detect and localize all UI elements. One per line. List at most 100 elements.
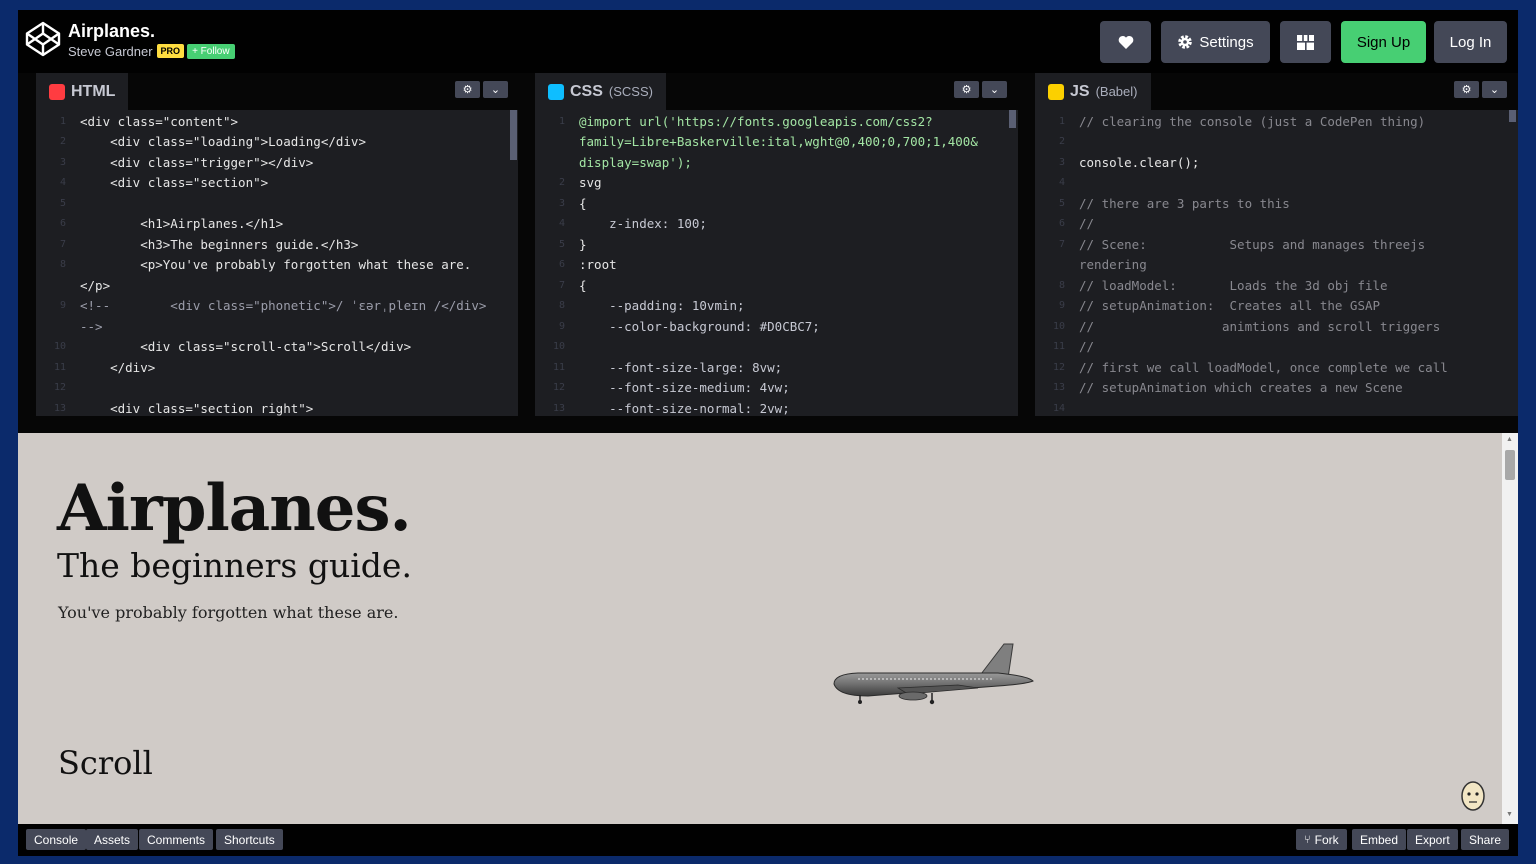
line-number: 13 xyxy=(552,403,565,414)
code-line: // setupAnimation: Creates all the GSAP xyxy=(1079,298,1381,313)
code-line: :root xyxy=(579,257,617,272)
gear-icon: ⚙ xyxy=(1461,84,1472,96)
fork-icon: ⑂ xyxy=(1304,833,1311,846)
tab-css[interactable]: CSS (SCSS) xyxy=(535,73,666,110)
code-line: // xyxy=(1079,216,1095,231)
line-number: 1 xyxy=(558,116,565,127)
tab-js[interactable]: JS (Babel) xyxy=(1035,73,1151,110)
scroll-up-icon[interactable]: ▲ xyxy=(1506,436,1513,443)
html-settings-button[interactable]: ⚙ xyxy=(455,81,480,98)
line-number: 8 xyxy=(59,259,66,270)
line-number: 5 xyxy=(59,198,66,209)
code-line: rendering xyxy=(1079,257,1147,272)
line-number: 3 xyxy=(558,198,565,209)
line-number: 1 xyxy=(59,116,66,127)
code-line: // loadModel: Loads the 3d obj file xyxy=(1079,278,1388,293)
preview-pane: Airplanes. The beginners guide. You've p… xyxy=(18,433,1502,824)
js-scrollbar[interactable] xyxy=(1509,110,1516,122)
editor-panels: HTML ⚙ ⌄ 1 <div class="content"> 2 <div c… xyxy=(18,73,1518,416)
css-collapse-button[interactable]: ⌄ xyxy=(982,81,1007,98)
css-code[interactable]: 1 @import url('https://fonts.googleapis.c… xyxy=(535,110,1018,416)
settings-label: Settings xyxy=(1199,33,1254,51)
line-number: 4 xyxy=(1058,177,1065,188)
login-label: Log In xyxy=(1449,33,1492,51)
line-number: 3 xyxy=(1058,157,1065,168)
settings-button[interactable]: Settings xyxy=(1161,21,1270,63)
css-scrollbar[interactable] xyxy=(1009,110,1016,128)
preview-scroll-thumb[interactable] xyxy=(1505,450,1515,480)
code-line: </div> xyxy=(80,360,156,375)
signup-button[interactable]: Sign Up xyxy=(1341,21,1426,63)
js-editor-pane: JS (Babel) ⚙ ⌄ 1 // clearing the console … xyxy=(1035,73,1518,416)
gear-icon: ⚙ xyxy=(462,84,473,96)
line-number: 3 xyxy=(59,157,66,168)
line-number: 8 xyxy=(558,300,565,311)
code-line: // animtions and scroll triggers xyxy=(1079,319,1441,334)
line-number: 5 xyxy=(1058,198,1065,209)
preview-heading: Airplanes. xyxy=(57,471,412,546)
tab-html[interactable]: HTML xyxy=(36,73,129,110)
resize-handle[interactable] xyxy=(18,416,1518,433)
line-number: 10 xyxy=(552,341,565,352)
code-line: @import url('https://fonts.googleapis.co… xyxy=(579,114,933,129)
gear-icon: ⚙ xyxy=(961,84,972,96)
code-line: family=Libre+Baskerville:ital,wght@0,400… xyxy=(579,134,978,149)
shortcuts-button[interactable]: Shortcuts xyxy=(216,829,283,850)
follow-button[interactable]: + Follow xyxy=(187,43,235,59)
js-settings-button[interactable]: ⚙ xyxy=(1454,81,1479,98)
line-number: 12 xyxy=(1052,362,1065,373)
login-button[interactable]: Log In xyxy=(1434,21,1507,63)
css-editor-pane: CSS (SCSS) ⚙ ⌄ 1 @import url('https://fon… xyxy=(535,73,1018,416)
code-line: // first we call loadModel, once complet… xyxy=(1079,360,1448,375)
line-number: 1 xyxy=(1058,116,1065,127)
fork-button[interactable]: ⑂ Fork xyxy=(1296,829,1347,850)
html-collapse-button[interactable]: ⌄ xyxy=(483,81,508,98)
console-button[interactable]: Console xyxy=(26,829,87,850)
css-settings-button[interactable]: ⚙ xyxy=(954,81,979,98)
code-line: } xyxy=(579,237,587,252)
line-number: 12 xyxy=(53,382,66,393)
tab-js-label: JS xyxy=(1070,82,1090,100)
html-code[interactable]: 1 <div class="content"> 2 <div class="loa… xyxy=(36,110,518,416)
chevron-down-icon: ⌄ xyxy=(1489,84,1500,96)
assets-button[interactable]: Assets xyxy=(86,829,139,850)
preview-subheading: The beginners guide. xyxy=(57,546,412,585)
line-number: 13 xyxy=(1052,382,1065,393)
preview-scrollbar[interactable]: ▲ ▼ xyxy=(1502,433,1518,824)
tab-css-sub: (SCSS) xyxy=(608,84,653,99)
preview-paragraph: You've probably forgotten what these are… xyxy=(58,603,399,622)
code-line: display=swap'); xyxy=(579,155,692,170)
code-line: <h1>Airplanes.</h1> xyxy=(80,216,284,231)
js-collapse-button[interactable]: ⌄ xyxy=(1482,81,1507,98)
line-number: 9 xyxy=(59,300,66,311)
code-line: </p> xyxy=(80,278,111,293)
scroll-down-icon[interactable]: ▼ xyxy=(1506,811,1513,818)
line-number: 7 xyxy=(1058,239,1065,250)
code-line: --> xyxy=(80,319,103,334)
share-button[interactable]: Share xyxy=(1461,829,1510,850)
code-line: // clearing the console (just a CodePen … xyxy=(1079,114,1426,129)
code-line: <!-- <div class="phonetic">/ ˈɛərˌpleɪn … xyxy=(80,298,487,313)
code-line: console.clear(); xyxy=(1079,155,1200,170)
embed-button[interactable]: Embed xyxy=(1352,829,1407,850)
code-line: <p>You've probably forgotten what these … xyxy=(80,257,472,272)
line-number: 11 xyxy=(552,362,565,373)
pen-title[interactable]: Airplanes. xyxy=(68,20,235,42)
codepen-logo-icon[interactable] xyxy=(25,21,61,57)
line-number: 10 xyxy=(53,341,66,352)
export-button[interactable]: Export xyxy=(1407,829,1458,850)
html-scrollbar[interactable] xyxy=(510,110,517,160)
line-number: 7 xyxy=(558,280,565,291)
gear-icon xyxy=(1178,35,1193,49)
code-line: --padding: 10vmin; xyxy=(579,298,745,313)
comments-button[interactable]: Comments xyxy=(139,829,214,850)
js-code[interactable]: 1 // clearing the console (just a CodePen… xyxy=(1035,110,1518,416)
heart-button[interactable] xyxy=(1100,21,1151,63)
layout-button[interactable] xyxy=(1280,21,1331,63)
code-line: --font-size-medium: 4vw; xyxy=(579,380,790,395)
author-link[interactable]: Steve Gardner xyxy=(68,44,153,59)
line-number: 2 xyxy=(59,136,66,147)
line-number: 13 xyxy=(53,403,66,414)
scroll-cta: Scroll xyxy=(58,744,153,782)
code-line: --font-size-large: 8vw; xyxy=(579,360,783,375)
